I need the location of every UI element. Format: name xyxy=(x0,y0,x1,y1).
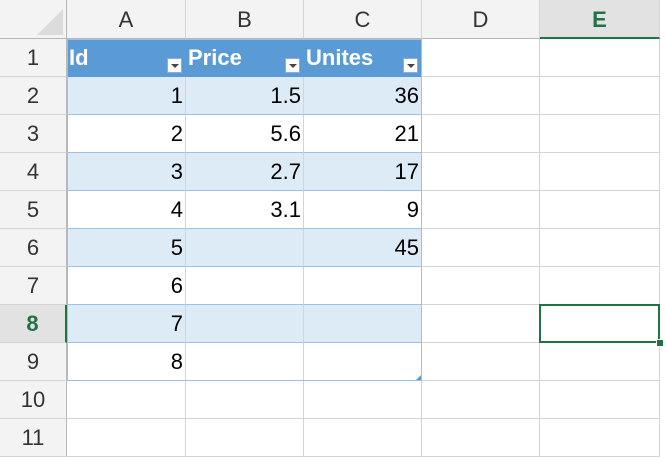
spreadsheet-grid[interactable]: A B C D E 1 2 3 4 5 6 7 8 9 10 11 Id Price Unites 1 1.5 36 2 5.… xyxy=(0,0,666,463)
table-header-id[interactable]: Id xyxy=(67,39,186,77)
cell-e10[interactable] xyxy=(540,381,660,419)
cell-e3[interactable] xyxy=(540,115,660,153)
table-header-price[interactable]: Price xyxy=(186,39,304,77)
cell-a6[interactable]: 5 xyxy=(67,229,186,267)
cell-a5[interactable]: 4 xyxy=(67,191,186,229)
cell-a4[interactable]: 3 xyxy=(67,153,186,191)
column-header-c[interactable]: C xyxy=(304,0,422,39)
cell-e11[interactable] xyxy=(540,419,660,457)
active-cell-selection[interactable] xyxy=(539,304,660,343)
cell-b6[interactable] xyxy=(186,229,304,267)
cell-c7[interactable] xyxy=(304,267,422,305)
filter-dropdown-icon[interactable] xyxy=(167,58,182,73)
column-header-b[interactable]: B xyxy=(186,0,304,39)
cell-b10[interactable] xyxy=(186,381,304,419)
row-header-3[interactable]: 3 xyxy=(0,115,67,153)
cell-a8[interactable]: 7 xyxy=(67,305,186,343)
row-header-6[interactable]: 6 xyxy=(0,229,67,267)
cell-e7[interactable] xyxy=(540,267,660,305)
row-header-5[interactable]: 5 xyxy=(0,191,67,229)
cell-d1[interactable] xyxy=(422,39,540,77)
cell-c8[interactable] xyxy=(304,305,422,343)
cell-c2[interactable]: 36 xyxy=(304,77,422,115)
cell-d2[interactable] xyxy=(422,77,540,115)
cell-a9[interactable]: 8 xyxy=(67,343,186,381)
column-header-d[interactable]: D xyxy=(422,0,540,39)
cell-a3[interactable]: 2 xyxy=(67,115,186,153)
cell-e6[interactable] xyxy=(540,229,660,267)
select-all-icon xyxy=(37,9,63,35)
table-header-unites[interactable]: Unites xyxy=(304,39,422,77)
cell-d4[interactable] xyxy=(422,153,540,191)
cell-e1[interactable] xyxy=(540,39,660,77)
fill-handle[interactable] xyxy=(656,339,664,347)
cell-c3[interactable]: 21 xyxy=(304,115,422,153)
cell-d9[interactable] xyxy=(422,343,540,381)
cell-b7[interactable] xyxy=(186,267,304,305)
cell-b2[interactable]: 1.5 xyxy=(186,77,304,115)
row-header-8[interactable]: 8 xyxy=(0,305,67,343)
cell-b5[interactable]: 3.1 xyxy=(186,191,304,229)
cell-c5[interactable]: 9 xyxy=(304,191,422,229)
cell-d7[interactable] xyxy=(422,267,540,305)
cell-d3[interactable] xyxy=(422,115,540,153)
cell-a2[interactable]: 1 xyxy=(67,77,186,115)
row-header-1[interactable]: 1 xyxy=(0,39,67,77)
select-all-corner[interactable] xyxy=(0,0,67,39)
row-header-9[interactable]: 9 xyxy=(0,343,67,381)
cell-d10[interactable] xyxy=(422,381,540,419)
row-header-2[interactable]: 2 xyxy=(0,77,67,115)
cell-d8[interactable] xyxy=(422,305,540,343)
cell-a10[interactable] xyxy=(67,381,186,419)
cell-e2[interactable] xyxy=(540,77,660,115)
row-header-7[interactable]: 7 xyxy=(0,267,67,305)
cell-d6[interactable] xyxy=(422,229,540,267)
cell-c10[interactable] xyxy=(304,381,422,419)
cell-b9[interactable] xyxy=(186,343,304,381)
column-header-e[interactable]: E xyxy=(540,0,660,39)
row-header-4[interactable]: 4 xyxy=(0,153,67,191)
table-resize-handle-icon[interactable] xyxy=(416,375,421,380)
cell-c11[interactable] xyxy=(304,419,422,457)
cell-b3[interactable]: 5.6 xyxy=(186,115,304,153)
cell-b8[interactable] xyxy=(186,305,304,343)
cell-c9[interactable] xyxy=(304,343,422,381)
cell-d11[interactable] xyxy=(422,419,540,457)
cell-b11[interactable] xyxy=(186,419,304,457)
filter-dropdown-icon[interactable] xyxy=(285,58,300,73)
cell-a11[interactable] xyxy=(67,419,186,457)
cell-e9[interactable] xyxy=(540,343,660,381)
filter-dropdown-icon[interactable] xyxy=(403,58,418,73)
cell-e4[interactable] xyxy=(540,153,660,191)
cell-c6[interactable]: 45 xyxy=(304,229,422,267)
cell-c4[interactable]: 17 xyxy=(304,153,422,191)
column-header-a[interactable]: A xyxy=(67,0,186,39)
cell-b4[interactable]: 2.7 xyxy=(186,153,304,191)
row-header-10[interactable]: 10 xyxy=(0,381,67,419)
cell-d5[interactable] xyxy=(422,191,540,229)
row-header-11[interactable]: 11 xyxy=(0,419,67,457)
cell-a7[interactable]: 6 xyxy=(67,267,186,305)
cell-e5[interactable] xyxy=(540,191,660,229)
